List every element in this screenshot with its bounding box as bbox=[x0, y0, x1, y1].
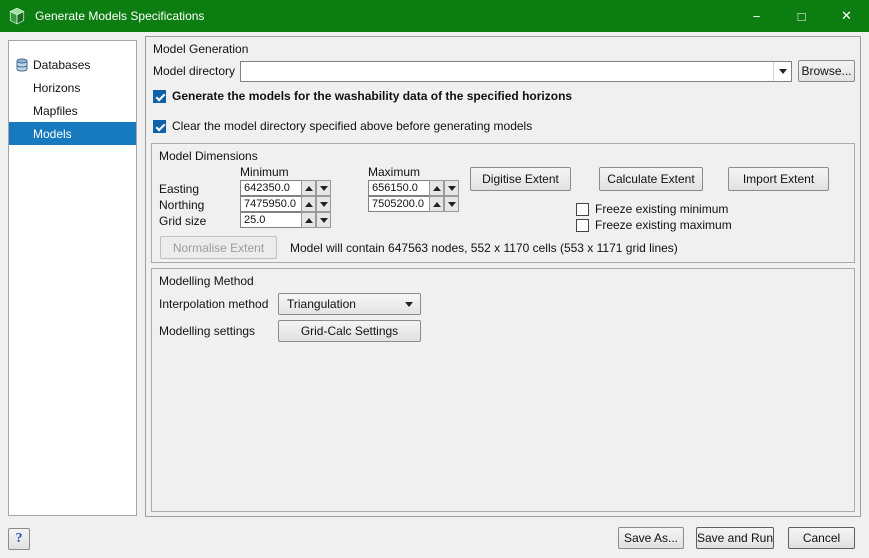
interpolation-method-dropdown[interactable]: Triangulation bbox=[278, 293, 421, 315]
interpolation-method-value: Triangulation bbox=[287, 297, 356, 311]
maximum-header: Maximum bbox=[368, 165, 420, 179]
sidebar-item-label: Mapfiles bbox=[33, 104, 78, 118]
calculate-extent-button[interactable]: Calculate Extent bbox=[599, 167, 703, 191]
cancel-button[interactable]: Cancel bbox=[788, 527, 855, 549]
sidebar-item-databases[interactable]: Databases bbox=[9, 53, 136, 76]
model-directory-label: Model directory bbox=[153, 64, 235, 78]
import-extent-button[interactable]: Import Extent bbox=[728, 167, 829, 191]
washability-checkbox-label: Generate the models for the washability … bbox=[172, 89, 572, 103]
grid-size-input[interactable] bbox=[240, 212, 302, 228]
maximize-icon[interactable]: □ bbox=[779, 0, 824, 32]
clear-directory-checkbox-row[interactable]: Clear the model directory specified abov… bbox=[153, 119, 532, 133]
database-icon bbox=[15, 58, 29, 72]
sidebar-item-models[interactable]: Models bbox=[9, 122, 136, 145]
window-controls: − □ ✕ bbox=[734, 0, 869, 32]
model-dimensions-title: Model Dimensions bbox=[159, 149, 258, 163]
model-summary-text: Model will contain 647563 nodes, 552 x 1… bbox=[290, 241, 678, 255]
freeze-maximum-checkbox[interactable] bbox=[576, 219, 589, 232]
main-panel: Model Generation Model directory Browse.… bbox=[145, 36, 861, 517]
modelling-settings-label: Modelling settings bbox=[159, 324, 255, 338]
spin-up-icon[interactable] bbox=[301, 180, 316, 196]
minimum-header: Minimum bbox=[240, 165, 289, 179]
easting-label: Easting bbox=[159, 182, 199, 196]
chevron-down-icon[interactable] bbox=[773, 62, 791, 81]
sidebar-item-label: Databases bbox=[33, 58, 90, 72]
freeze-maximum-checkbox-row[interactable]: Freeze existing maximum bbox=[576, 218, 732, 232]
spin-up-icon[interactable] bbox=[429, 180, 444, 196]
easting-max-input[interactable] bbox=[368, 180, 430, 196]
sidebar-item-label: Models bbox=[33, 127, 72, 141]
model-directory-input[interactable] bbox=[241, 62, 773, 81]
sidebar: Databases Horizons Mapfiles Models bbox=[8, 40, 137, 516]
washability-checkbox[interactable] bbox=[153, 90, 166, 103]
freeze-maximum-label: Freeze existing maximum bbox=[595, 218, 732, 232]
northing-min-input[interactable] bbox=[240, 196, 302, 212]
northing-max-input[interactable] bbox=[368, 196, 430, 212]
title-bar: Generate Models Specifications − □ ✕ bbox=[0, 0, 869, 32]
model-generation-title: Model Generation bbox=[153, 42, 248, 56]
app-icon bbox=[8, 7, 26, 25]
clear-directory-checkbox[interactable] bbox=[153, 120, 166, 133]
sidebar-item-horizons[interactable]: Horizons bbox=[9, 76, 136, 99]
close-icon[interactable]: ✕ bbox=[824, 0, 869, 32]
easting-min-input[interactable] bbox=[240, 180, 302, 196]
sidebar-item-label: Horizons bbox=[33, 81, 80, 95]
grid-calc-settings-button[interactable]: Grid-Calc Settings bbox=[278, 320, 421, 342]
interpolation-method-label: Interpolation method bbox=[159, 297, 268, 311]
spin-up-icon[interactable] bbox=[301, 212, 316, 228]
model-dimensions-group: Model Dimensions Minimum Maximum Easting… bbox=[151, 143, 855, 263]
freeze-minimum-checkbox-row[interactable]: Freeze existing minimum bbox=[576, 202, 728, 216]
northing-label: Northing bbox=[159, 198, 204, 212]
browse-button[interactable]: Browse... bbox=[798, 60, 855, 82]
freeze-minimum-label: Freeze existing minimum bbox=[595, 202, 728, 216]
minimize-icon[interactable]: − bbox=[734, 0, 779, 32]
normalise-extent-button: Normalise Extent bbox=[160, 236, 277, 259]
spin-down-icon[interactable] bbox=[444, 180, 459, 196]
modelling-method-group: Modelling Method Interpolation method Tr… bbox=[151, 268, 855, 512]
freeze-minimum-checkbox[interactable] bbox=[576, 203, 589, 216]
window-title: Generate Models Specifications bbox=[35, 9, 204, 23]
spin-up-icon[interactable] bbox=[301, 196, 316, 212]
digitise-extent-button[interactable]: Digitise Extent bbox=[470, 167, 571, 191]
spin-up-icon[interactable] bbox=[429, 196, 444, 212]
spin-down-icon[interactable] bbox=[316, 196, 331, 212]
grid-size-label: Grid size bbox=[159, 214, 206, 228]
chevron-down-icon bbox=[405, 302, 413, 307]
model-directory-combobox[interactable] bbox=[240, 61, 792, 82]
clear-directory-checkbox-label: Clear the model directory specified abov… bbox=[172, 119, 532, 133]
spin-down-icon[interactable] bbox=[444, 196, 459, 212]
washability-checkbox-row[interactable]: Generate the models for the washability … bbox=[153, 89, 572, 103]
save-and-run-button[interactable]: Save and Run bbox=[696, 527, 774, 549]
sidebar-item-mapfiles[interactable]: Mapfiles bbox=[9, 99, 136, 122]
spin-down-icon[interactable] bbox=[316, 212, 331, 228]
save-as-button[interactable]: Save As... bbox=[618, 527, 684, 549]
help-button[interactable]: ? bbox=[8, 528, 30, 550]
question-mark-icon: ? bbox=[16, 531, 23, 547]
modelling-method-title: Modelling Method bbox=[159, 274, 254, 288]
spin-down-icon[interactable] bbox=[316, 180, 331, 196]
